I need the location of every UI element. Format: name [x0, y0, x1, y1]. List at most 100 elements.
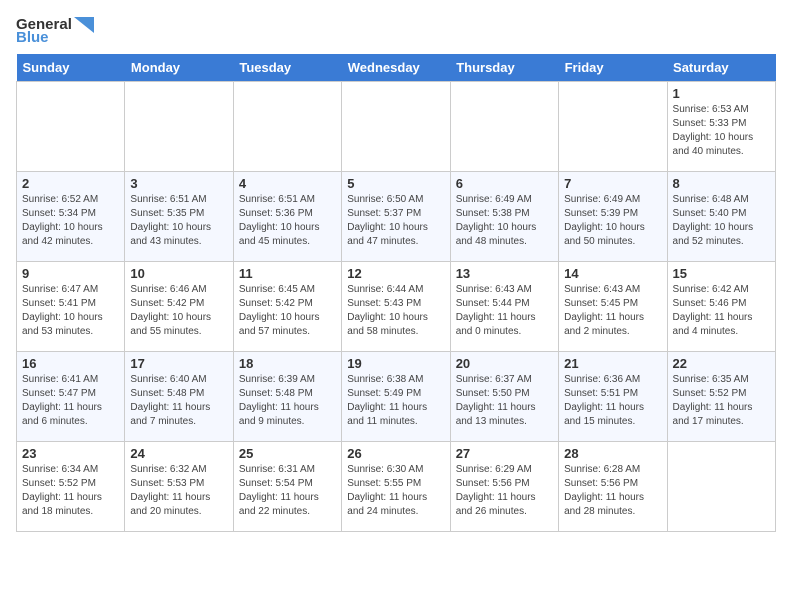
calendar-cell: 15 Sunrise: 6:42 AM Sunset: 5:46 PM Dayli…: [667, 262, 775, 352]
day-number: 27: [456, 446, 553, 461]
logo-arrow-icon: [74, 17, 94, 33]
cell-info: Sunrise: 6:44 AM Sunset: 5:43 PM Dayligh…: [347, 283, 444, 339]
calendar-cell: [559, 82, 667, 172]
day-number: 12: [347, 266, 444, 281]
col-header-friday: Friday: [559, 54, 667, 82]
cell-info: Sunrise: 6:35 AM Sunset: 5:52 PM Dayligh…: [673, 373, 770, 429]
calendar-cell: 5 Sunrise: 6:50 AM Sunset: 5:37 PM Daylig…: [342, 172, 450, 262]
calendar-cell: 25 Sunrise: 6:31 AM Sunset: 5:54 PM Dayli…: [233, 442, 341, 532]
cell-info: Sunrise: 6:34 AM Sunset: 5:52 PM Dayligh…: [22, 463, 119, 519]
day-number: 6: [456, 176, 553, 191]
cell-info: Sunrise: 6:36 AM Sunset: 5:51 PM Dayligh…: [564, 373, 661, 429]
day-number: 25: [239, 446, 336, 461]
calendar-cell: [233, 82, 341, 172]
calendar-cell: 3 Sunrise: 6:51 AM Sunset: 5:35 PM Daylig…: [125, 172, 233, 262]
day-number: 21: [564, 356, 661, 371]
cell-info: Sunrise: 6:47 AM Sunset: 5:41 PM Dayligh…: [22, 283, 119, 339]
day-number: 23: [22, 446, 119, 461]
cell-info: Sunrise: 6:30 AM Sunset: 5:55 PM Dayligh…: [347, 463, 444, 519]
calendar-cell: [342, 82, 450, 172]
cell-info: Sunrise: 6:53 AM Sunset: 5:33 PM Dayligh…: [673, 103, 770, 159]
calendar-cell: [125, 82, 233, 172]
logo: General Blue: [16, 16, 94, 46]
calendar-cell: 24 Sunrise: 6:32 AM Sunset: 5:53 PM Dayli…: [125, 442, 233, 532]
header-row: SundayMondayTuesdayWednesdayThursdayFrid…: [17, 54, 776, 82]
cell-info: Sunrise: 6:50 AM Sunset: 5:37 PM Dayligh…: [347, 193, 444, 249]
logo-container: General Blue: [16, 16, 94, 46]
day-number: 5: [347, 176, 444, 191]
day-number: 1: [673, 86, 770, 101]
cell-info: Sunrise: 6:46 AM Sunset: 5:42 PM Dayligh…: [130, 283, 227, 339]
calendar-cell: 21 Sunrise: 6:36 AM Sunset: 5:51 PM Dayli…: [559, 352, 667, 442]
calendar-table: SundayMondayTuesdayWednesdayThursdayFrid…: [16, 54, 776, 532]
cell-info: Sunrise: 6:51 AM Sunset: 5:35 PM Dayligh…: [130, 193, 227, 249]
day-number: 24: [130, 446, 227, 461]
cell-info: Sunrise: 6:48 AM Sunset: 5:40 PM Dayligh…: [673, 193, 770, 249]
day-number: 19: [347, 356, 444, 371]
calendar-cell: [450, 82, 558, 172]
week-row-4: 16Sunrise: 6:41 AM Sunset: 5:47 PM Dayli…: [17, 352, 776, 442]
calendar-cell: 1 Sunrise: 6:53 AM Sunset: 5:33 PM Daylig…: [667, 82, 775, 172]
cell-info: Sunrise: 6:39 AM Sunset: 5:48 PM Dayligh…: [239, 373, 336, 429]
page-header: General Blue: [16, 16, 776, 46]
day-number: 3: [130, 176, 227, 191]
day-number: 11: [239, 266, 336, 281]
cell-info: Sunrise: 6:51 AM Sunset: 5:36 PM Dayligh…: [239, 193, 336, 249]
calendar-cell: 11 Sunrise: 6:45 AM Sunset: 5:42 PM Dayli…: [233, 262, 341, 352]
calendar-cell: 27 Sunrise: 6:29 AM Sunset: 5:56 PM Dayli…: [450, 442, 558, 532]
day-number: 20: [456, 356, 553, 371]
cell-info: Sunrise: 6:42 AM Sunset: 5:46 PM Dayligh…: [673, 283, 770, 339]
calendar-cell: 13 Sunrise: 6:43 AM Sunset: 5:44 PM Dayli…: [450, 262, 558, 352]
week-row-1: 1 Sunrise: 6:53 AM Sunset: 5:33 PM Daylig…: [17, 82, 776, 172]
calendar-cell: 16Sunrise: 6:41 AM Sunset: 5:47 PM Dayli…: [17, 352, 125, 442]
cell-info: Sunrise: 6:38 AM Sunset: 5:49 PM Dayligh…: [347, 373, 444, 429]
calendar-cell: 9Sunrise: 6:47 AM Sunset: 5:41 PM Daylig…: [17, 262, 125, 352]
day-number: 10: [130, 266, 227, 281]
day-number: 13: [456, 266, 553, 281]
calendar-cell: 10 Sunrise: 6:46 AM Sunset: 5:42 PM Dayli…: [125, 262, 233, 352]
cell-info: Sunrise: 6:45 AM Sunset: 5:42 PM Dayligh…: [239, 283, 336, 339]
calendar-cell: 26 Sunrise: 6:30 AM Sunset: 5:55 PM Dayli…: [342, 442, 450, 532]
col-header-saturday: Saturday: [667, 54, 775, 82]
calendar-cell: 4Sunrise: 6:51 AM Sunset: 5:36 PM Daylig…: [233, 172, 341, 262]
cell-info: Sunrise: 6:28 AM Sunset: 5:56 PM Dayligh…: [564, 463, 661, 519]
cell-info: Sunrise: 6:40 AM Sunset: 5:48 PM Dayligh…: [130, 373, 227, 429]
calendar-cell: 18 Sunrise: 6:39 AM Sunset: 5:48 PM Dayli…: [233, 352, 341, 442]
calendar-cell: 8 Sunrise: 6:48 AM Sunset: 5:40 PM Daylig…: [667, 172, 775, 262]
day-number: 14: [564, 266, 661, 281]
day-number: 8: [673, 176, 770, 191]
week-row-3: 9Sunrise: 6:47 AM Sunset: 5:41 PM Daylig…: [17, 262, 776, 352]
calendar-cell: 28 Sunrise: 6:28 AM Sunset: 5:56 PM Dayli…: [559, 442, 667, 532]
day-number: 22: [673, 356, 770, 371]
calendar-cell: 6 Sunrise: 6:49 AM Sunset: 5:38 PM Daylig…: [450, 172, 558, 262]
week-row-2: 2 Sunrise: 6:52 AM Sunset: 5:34 PM Daylig…: [17, 172, 776, 262]
day-number: 28: [564, 446, 661, 461]
calendar-cell: 17 Sunrise: 6:40 AM Sunset: 5:48 PM Dayli…: [125, 352, 233, 442]
cell-info: Sunrise: 6:29 AM Sunset: 5:56 PM Dayligh…: [456, 463, 553, 519]
cell-info: Sunrise: 6:49 AM Sunset: 5:39 PM Dayligh…: [564, 193, 661, 249]
cell-info: Sunrise: 6:43 AM Sunset: 5:44 PM Dayligh…: [456, 283, 553, 339]
day-number: 7: [564, 176, 661, 191]
calendar-cell: [17, 82, 125, 172]
calendar-cell: 20Sunrise: 6:37 AM Sunset: 5:50 PM Dayli…: [450, 352, 558, 442]
col-header-tuesday: Tuesday: [233, 54, 341, 82]
col-header-monday: Monday: [125, 54, 233, 82]
cell-info: Sunrise: 6:49 AM Sunset: 5:38 PM Dayligh…: [456, 193, 553, 249]
col-header-sunday: Sunday: [17, 54, 125, 82]
day-number: 2: [22, 176, 119, 191]
cell-info: Sunrise: 6:41 AM Sunset: 5:47 PM Dayligh…: [22, 373, 119, 429]
calendar-cell: 2 Sunrise: 6:52 AM Sunset: 5:34 PM Daylig…: [17, 172, 125, 262]
cell-info: Sunrise: 6:32 AM Sunset: 5:53 PM Dayligh…: [130, 463, 227, 519]
day-number: 18: [239, 356, 336, 371]
day-number: 17: [130, 356, 227, 371]
col-header-wednesday: Wednesday: [342, 54, 450, 82]
cell-info: Sunrise: 6:52 AM Sunset: 5:34 PM Dayligh…: [22, 193, 119, 249]
day-number: 15: [673, 266, 770, 281]
calendar-cell: [667, 442, 775, 532]
week-row-5: 23 Sunrise: 6:34 AM Sunset: 5:52 PM Dayli…: [17, 442, 776, 532]
calendar-cell: 19 Sunrise: 6:38 AM Sunset: 5:49 PM Dayli…: [342, 352, 450, 442]
cell-info: Sunrise: 6:31 AM Sunset: 5:54 PM Dayligh…: [239, 463, 336, 519]
calendar-cell: 23 Sunrise: 6:34 AM Sunset: 5:52 PM Dayli…: [17, 442, 125, 532]
day-number: 26: [347, 446, 444, 461]
cell-info: Sunrise: 6:43 AM Sunset: 5:45 PM Dayligh…: [564, 283, 661, 339]
